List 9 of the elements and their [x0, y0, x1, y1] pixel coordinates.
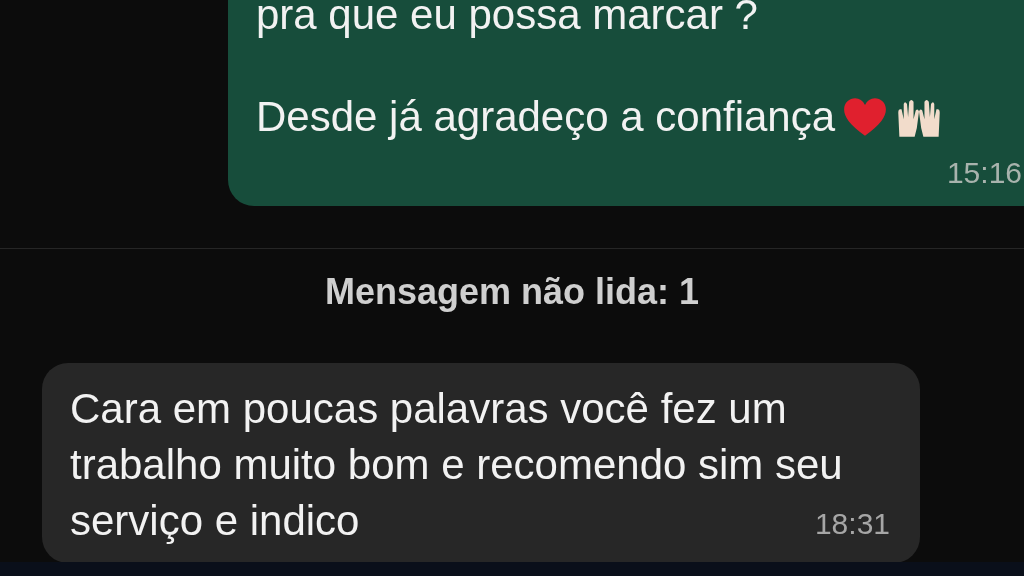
message-text: trabalho muito bom e recomendo sim seu — [70, 440, 843, 490]
message-time: 15:16 — [946, 156, 1022, 190]
message-time: 18:31 — [814, 507, 890, 541]
message-text: Cara em poucas palavras você fez um — [70, 384, 787, 434]
heart-icon — [843, 97, 888, 137]
message-text: pra que eu possa marcar ? — [256, 0, 759, 38]
message-text: serviço e indico — [70, 496, 360, 546]
unread-label: Mensagem não lida: 1 — [324, 271, 700, 314]
message-text: Desde já agradeço a confiança — [256, 94, 836, 140]
